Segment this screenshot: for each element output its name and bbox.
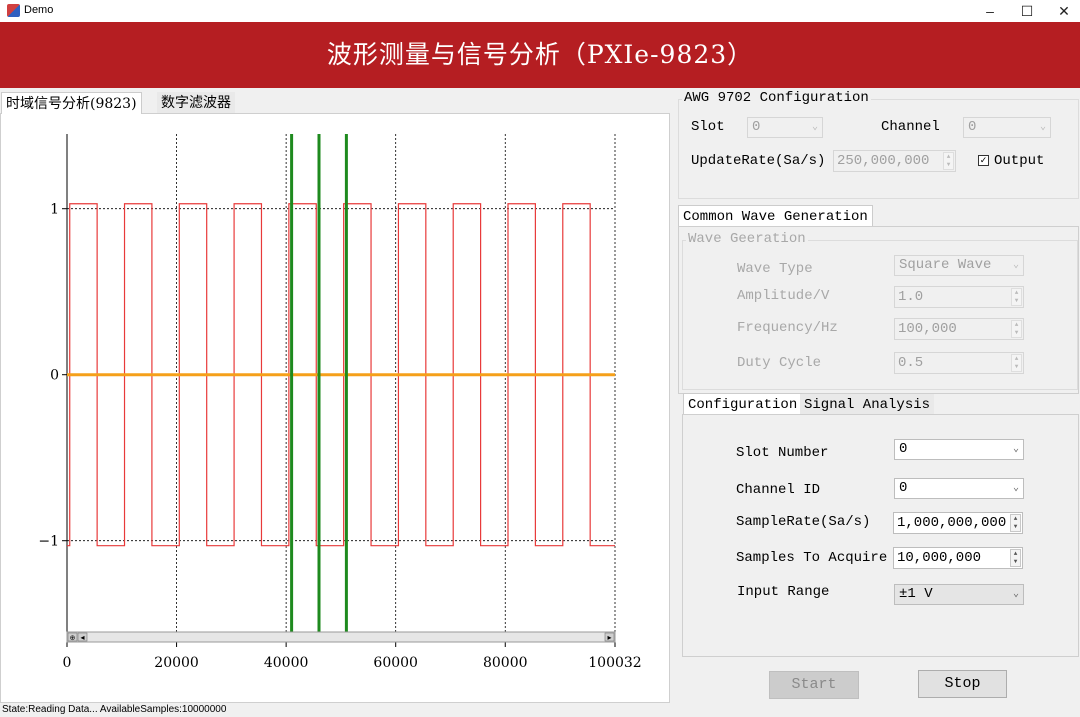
sample-rate-input[interactable]: 1,000,000,000 ▲ ▼ (893, 512, 1023, 534)
chevron-down-icon: ⌄ (1012, 260, 1019, 271)
slot-number-select[interactable]: 0 ⌄ (894, 439, 1024, 460)
page-title: 波形测量与信号分析（PXIe-9823） (0, 22, 1080, 88)
tab-digital-filter[interactable]: 数字滤波器 (157, 92, 235, 114)
chevron-down-icon: ⌄ (1039, 122, 1046, 133)
awg-channel-select: 0 ⌄ (963, 117, 1051, 138)
awg-config-title: AWG 9702 Configuration (682, 90, 871, 106)
minimize-button[interactable]: – (972, 0, 1008, 22)
channel-id-label: Channel ID (736, 482, 821, 498)
output-checkbox[interactable]: ✓ (978, 155, 989, 166)
samples-to-acquire-label: Samples To Acquire (736, 550, 888, 566)
zoom-icon-glyph: ⊕ (70, 635, 76, 642)
spin-arrows-icon: ▲ ▼ (1011, 320, 1022, 338)
sample-rate-label: SampleRate(Sa/s) (736, 514, 871, 530)
tab-time-domain[interactable]: 时域信号分析(9823) (1, 92, 142, 114)
amplitude-label: Amplitude/V (737, 288, 830, 304)
awg-config-group (678, 99, 1079, 199)
status-bar: State:Reading Data... AvailableSamples:1… (0, 703, 672, 717)
y-tick-label: 1 (50, 202, 59, 218)
frequency-value: 100,000 (898, 321, 957, 337)
tab-common-wave-generation[interactable]: Common Wave Generation (678, 205, 873, 227)
awg-update-rate-label: UpdateRate(Sa/s) (691, 153, 826, 169)
input-range-select[interactable]: ±1 V ⌄ (894, 584, 1024, 605)
waveform-chart[interactable]: 0 20000 40000 60000 80000 100032 1 0 −1 ⊕ ◂ ▸ (1, 114, 669, 702)
wave-type-value: Square Wave (899, 257, 992, 273)
x-tick-label: 80000 (483, 655, 528, 671)
app-icon (7, 4, 20, 17)
close-button[interactable]: ✕ (1046, 0, 1080, 22)
spin-arrows-icon: ▲ ▼ (943, 152, 954, 170)
chevron-down-icon: ⌄ (811, 122, 818, 133)
chart-scrollbar (66, 631, 616, 643)
tab-signal-analysis[interactable]: Signal Analysis (800, 394, 935, 416)
title-bar: Demo – ☐ ✕ (0, 0, 1080, 22)
wave-generation-title: Wave Geeration (686, 231, 808, 247)
window-title: Demo (24, 4, 54, 16)
frequency-input: 100,000 ▲ ▼ (894, 318, 1024, 340)
slot-number-value: 0 (899, 441, 908, 457)
awg-update-rate-value: 250,000,000 (837, 153, 930, 169)
amplitude-input: 1.0 ▲ ▼ (894, 286, 1024, 308)
x-tick-label: 0 (63, 655, 72, 671)
duty-cycle-label: Duty Cycle (737, 355, 822, 371)
x-tick-label: 20000 (154, 655, 199, 671)
chevron-down-icon: ⌄ (1012, 483, 1019, 494)
awg-channel-value: 0 (968, 119, 977, 135)
spin-arrows-icon[interactable]: ▲ ▼ (1010, 514, 1021, 532)
samples-to-acquire-value: 10,000,000 (897, 550, 982, 566)
spin-arrows-icon: ▲ ▼ (1011, 288, 1022, 306)
awg-slot-select: 0 ⌄ (747, 117, 823, 138)
x-tick-label: 40000 (264, 655, 309, 671)
start-button[interactable]: Start (769, 671, 859, 699)
tab-configuration[interactable]: Configuration (683, 393, 803, 415)
frequency-label: Frequency/Hz (737, 320, 838, 336)
awg-slot-value: 0 (752, 119, 761, 135)
amplitude-value: 1.0 (898, 289, 924, 305)
maximize-button[interactable]: ☐ (1009, 0, 1045, 22)
output-label: Output (994, 153, 1045, 169)
input-range-label: Input Range (737, 584, 830, 600)
spin-arrows-icon[interactable]: ▲ ▼ (1010, 549, 1021, 567)
sample-rate-value: 1,000,000,000 (897, 515, 1007, 531)
scroll-right-glyph: ▸ (607, 633, 611, 642)
y-tick-label: −1 (38, 534, 59, 550)
channel-id-value: 0 (899, 480, 908, 496)
wave-type-label: Wave Type (737, 261, 813, 277)
chevron-down-icon: ⌄ (1012, 444, 1019, 455)
samples-to-acquire-input[interactable]: 10,000,000 ▲ ▼ (893, 547, 1023, 569)
x-tick-label: 60000 (373, 655, 418, 671)
input-range-value: ±1 V (899, 586, 933, 602)
slot-number-label: Slot Number (736, 445, 829, 461)
awg-channel-label: Channel (881, 119, 940, 135)
chevron-down-icon: ⌄ (1012, 589, 1019, 600)
stop-button[interactable]: Stop (918, 670, 1007, 698)
duty-cycle-input: 0.5 ▲ ▼ (894, 352, 1024, 374)
awg-update-rate-input: 250,000,000 ▲ ▼ (833, 150, 956, 172)
x-tick-label: 100032 (588, 655, 641, 671)
waveform-panel: 0 20000 40000 60000 80000 100032 1 0 −1 ⊕ ◂ ▸ (0, 113, 670, 703)
scroll-left-glyph: ◂ (80, 633, 84, 642)
wave-type-select: Square Wave ⌄ (894, 255, 1024, 276)
spin-arrows-icon: ▲ ▼ (1011, 354, 1022, 372)
awg-slot-label: Slot (691, 119, 725, 135)
duty-cycle-value: 0.5 (898, 355, 924, 371)
y-tick-label: 0 (50, 368, 59, 384)
channel-id-select[interactable]: 0 ⌄ (894, 478, 1024, 499)
